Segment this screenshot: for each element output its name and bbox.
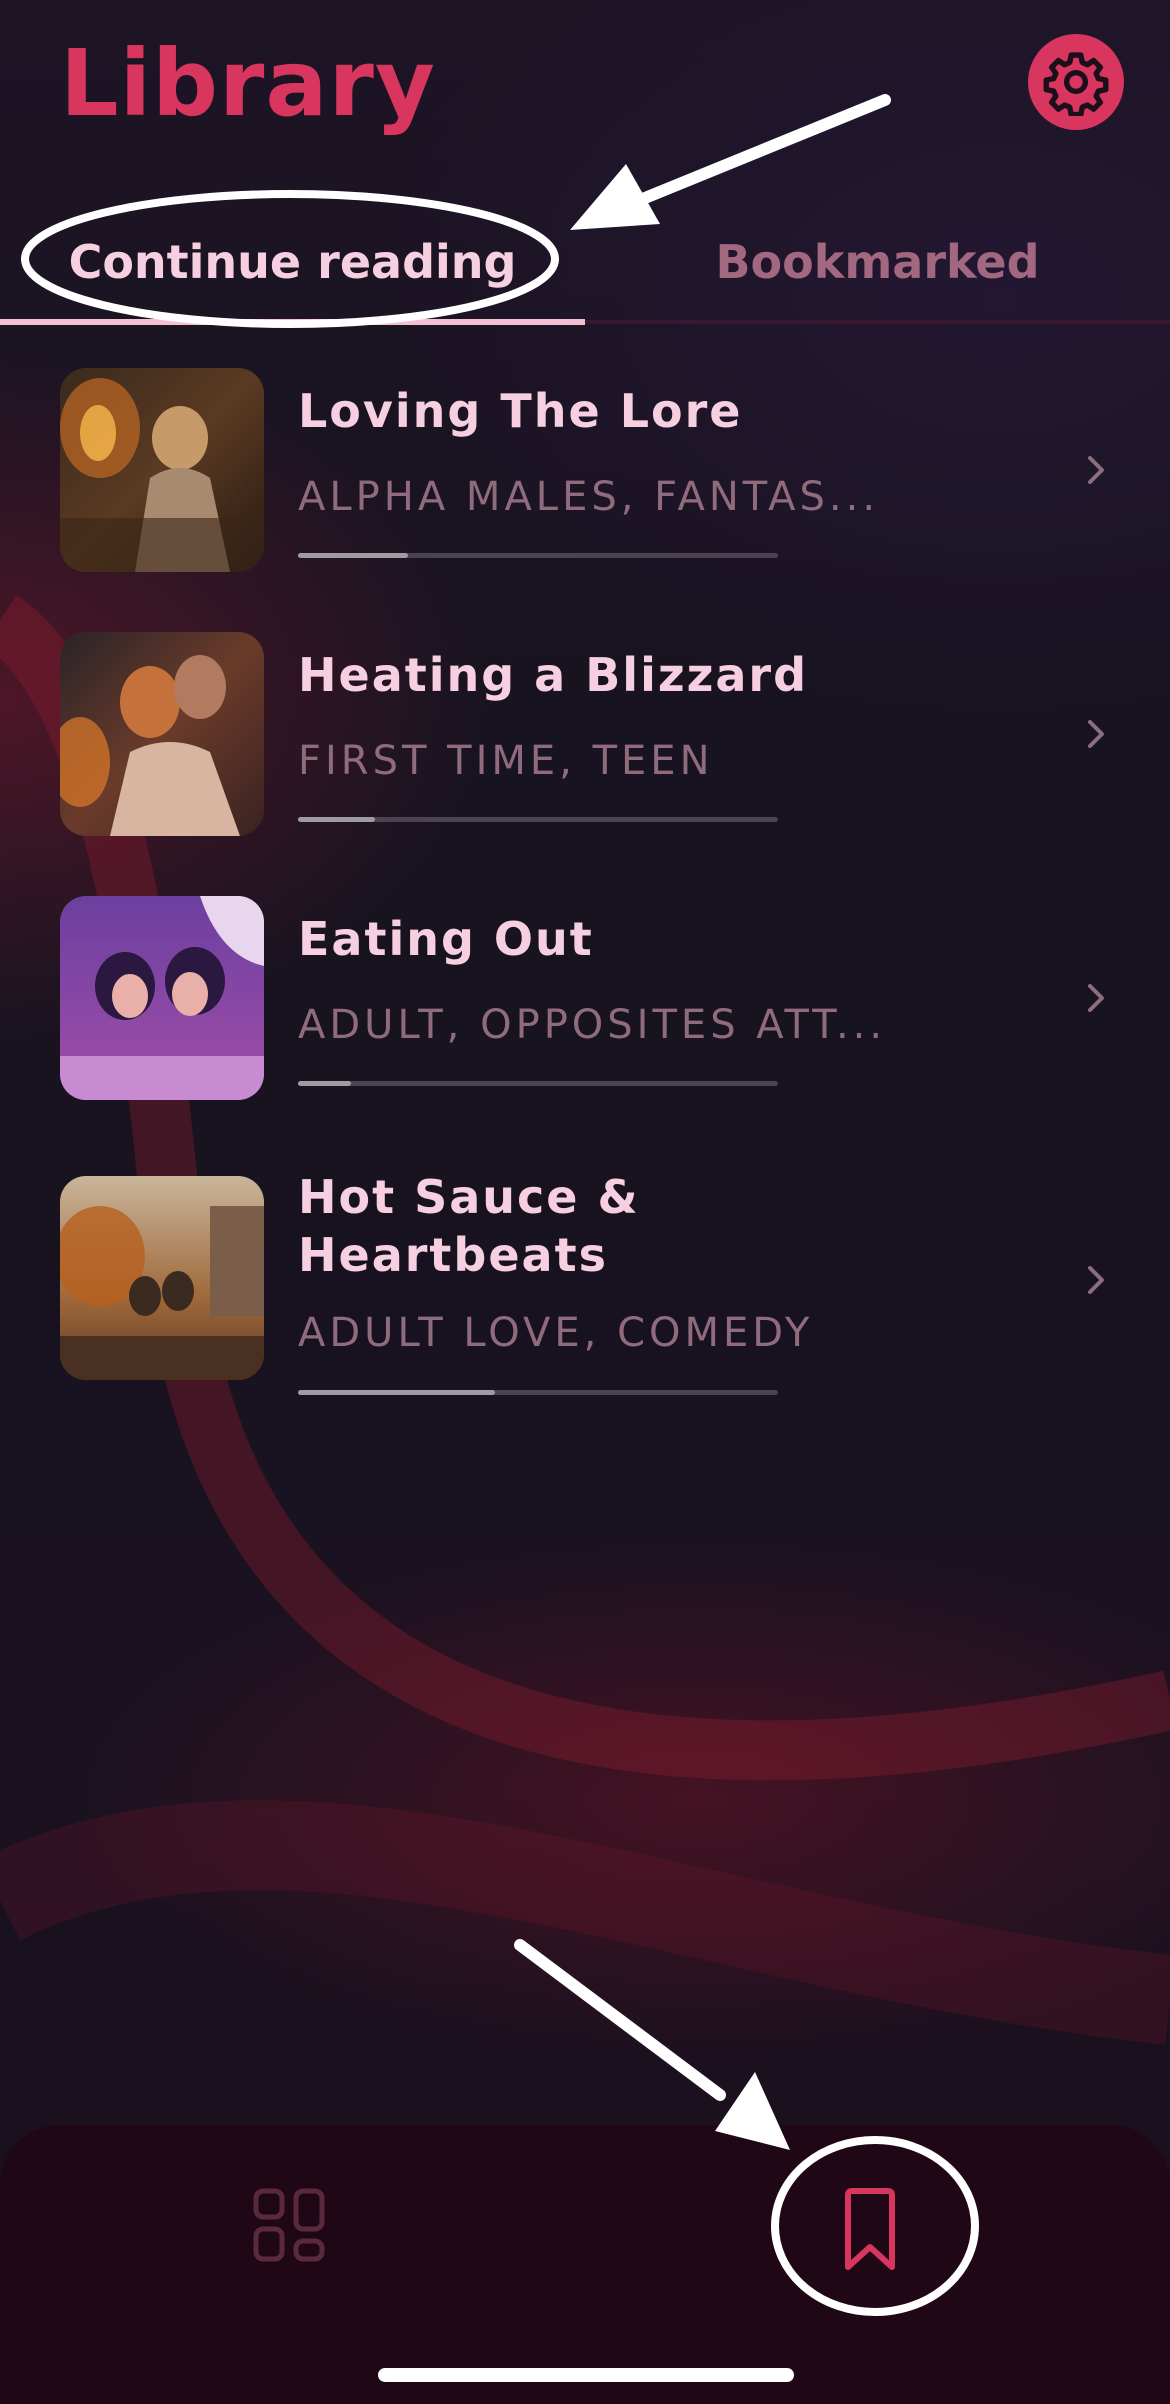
book-row-eating-out[interactable]: Eating Out ADULT, OPPOSITES ATT... — [60, 896, 1120, 1106]
bottom-nav-bar — [0, 2125, 1170, 2404]
home-indicator — [378, 2368, 794, 2382]
book-tags: FIRST TIME, TEEN — [298, 738, 714, 784]
bookmark-icon[interactable] — [830, 2185, 910, 2275]
chevron-right-icon — [1088, 720, 1104, 748]
reading-progress-bar — [298, 1081, 778, 1086]
book-tags: ADULT LOVE, COMEDY — [298, 1310, 814, 1356]
book-cover-image — [60, 632, 264, 836]
active-tab-indicator — [0, 319, 585, 325]
chevron-right-icon — [1088, 456, 1104, 484]
reading-progress-bar — [298, 1390, 778, 1395]
reading-progress-fill — [298, 1081, 351, 1086]
book-title: Loving The Lore — [298, 384, 743, 438]
settings-button[interactable] — [1028, 34, 1124, 130]
book-title: Hot Sauce & Heartbeats — [298, 1170, 640, 1282]
page-title: Library — [60, 30, 436, 137]
book-row-hot-sauce-heartbeats[interactable]: Hot Sauce & Heartbeats ADULT LOVE, COMED… — [60, 1170, 1120, 1406]
book-tags: ALPHA MALES, FANTAS... — [298, 474, 880, 520]
grid-icon[interactable] — [250, 2185, 330, 2265]
book-row-heating-a-blizzard[interactable]: Heating a Blizzard FIRST TIME, TEEN — [60, 632, 1120, 842]
chevron-right-icon — [1088, 1266, 1104, 1294]
book-title: Heating a Blizzard — [298, 648, 809, 702]
book-row-loving-the-lore[interactable]: Loving The Lore ALPHA MALES, FANTAS... — [60, 368, 1120, 578]
book-title: Eating Out — [298, 912, 594, 966]
tab-bar: Continue reading Bookmarked — [0, 200, 1170, 328]
reading-progress-fill — [298, 817, 375, 822]
gear-icon — [1043, 52, 1109, 116]
book-cover-image — [60, 896, 264, 1100]
book-tags: ADULT, OPPOSITES ATT... — [298, 1002, 887, 1048]
reading-progress-fill — [298, 1390, 495, 1395]
chevron-right-icon — [1088, 984, 1104, 1012]
reading-progress-bar — [298, 553, 778, 558]
tab-bookmarked[interactable]: Bookmarked — [585, 200, 1170, 324]
reading-progress-fill — [298, 553, 409, 558]
tab-continue-reading[interactable]: Continue reading — [0, 200, 585, 324]
book-cover-image — [60, 1176, 264, 1380]
book-cover-image — [60, 368, 264, 572]
reading-progress-bar — [298, 817, 778, 822]
